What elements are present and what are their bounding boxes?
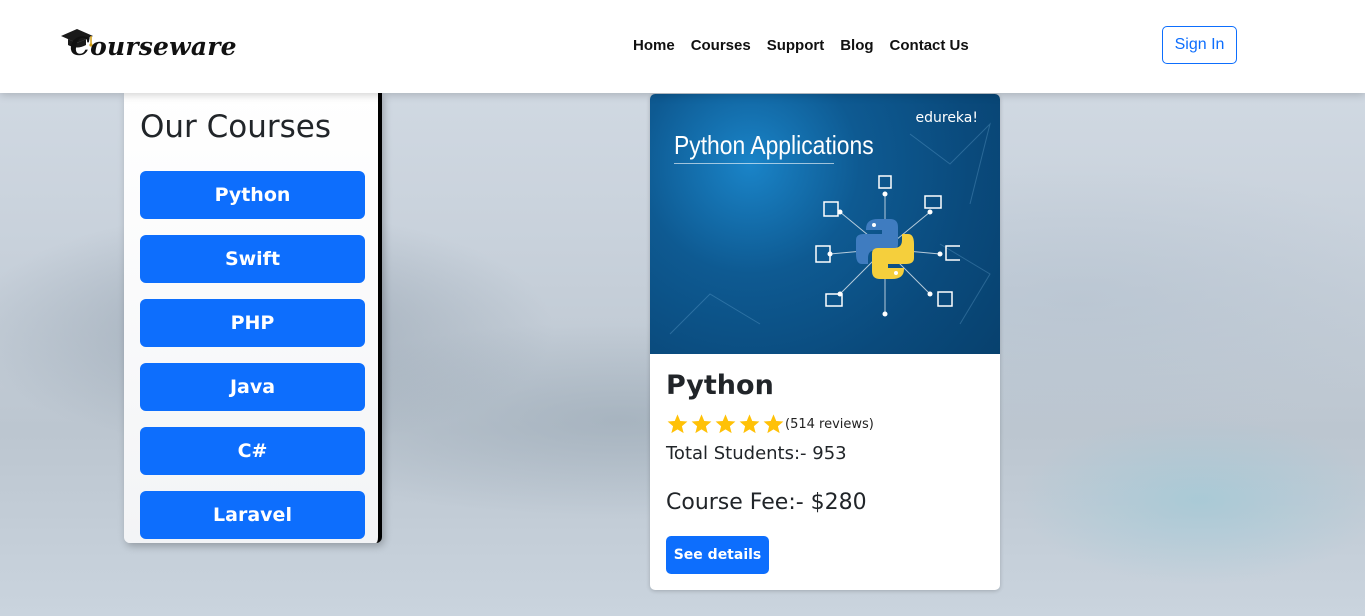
course-button-php[interactable]: PHP (140, 299, 365, 347)
sign-in-button[interactable]: Sign In (1162, 26, 1237, 64)
star-icon (715, 414, 736, 434)
course-button-csharp[interactable]: C# (140, 427, 365, 475)
star-icon (739, 414, 760, 434)
star-icon (763, 414, 784, 434)
nav-blog[interactable]: Blog (840, 37, 873, 54)
sidebar-title: Our Courses (140, 109, 332, 145)
nav-courses[interactable]: Courses (691, 37, 751, 54)
star-icon (667, 414, 688, 434)
logo[interactable]: Courseware (60, 26, 237, 68)
course-fee: Course Fee:- $280 (666, 490, 867, 515)
course-button-python[interactable]: Python (140, 171, 365, 219)
star-icon (691, 414, 712, 434)
logo-text: Courseware (70, 32, 237, 61)
nav-home[interactable]: Home (633, 37, 675, 54)
image-brand: edureka! (915, 110, 979, 126)
course-button-swift[interactable]: Swift (140, 235, 365, 283)
total-students: Total Students:- 953 (666, 443, 847, 464)
main-nav: Home Courses Support Blog Contact Us (633, 37, 969, 54)
course-image: Python Applications edureka! (650, 94, 1000, 354)
nav-contact-us[interactable]: Contact Us (890, 37, 969, 54)
image-title-underline (674, 163, 834, 164)
courses-sidebar: Our Courses Python Swift PHP Java C# Lar… (124, 93, 382, 543)
course-button-java[interactable]: Java (140, 363, 365, 411)
nav-support[interactable]: Support (767, 37, 825, 54)
course-title: Python (666, 370, 774, 401)
course-button-laravel[interactable]: Laravel (140, 491, 365, 539)
rating: (514 reviews) (666, 413, 874, 435)
see-details-button[interactable]: See details (666, 536, 769, 574)
course-card: Python Applications edureka! Python (514… (650, 94, 1000, 590)
navbar: Courseware Home Courses Support Blog Con… (0, 0, 1365, 93)
review-count: (514 reviews) (785, 416, 874, 432)
image-title: Python Applications (674, 130, 874, 160)
python-applications-diagram (815, 175, 960, 317)
